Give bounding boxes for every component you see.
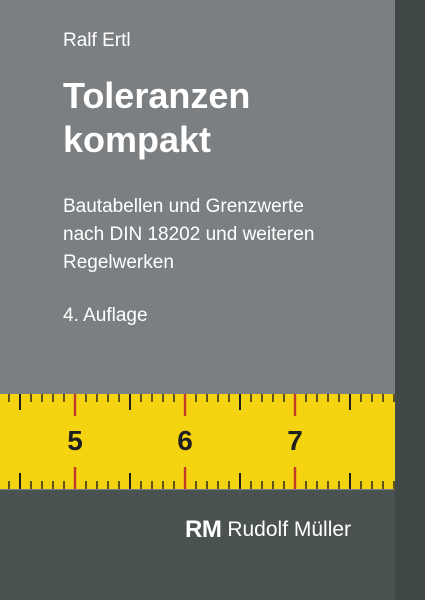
edition-label: 4. Auflage xyxy=(63,305,148,326)
subtitle-line: Bautabellen und Grenzwerte xyxy=(63,196,304,217)
spine-strip xyxy=(395,0,425,600)
tape-number-7: 7 xyxy=(287,425,303,456)
measuring-tape-illustration: 5 6 7 xyxy=(0,394,395,489)
book-cover: Ralf Ertl Toleranzen kompakt Bautabellen… xyxy=(0,0,425,600)
title-line: kompakt xyxy=(63,119,212,160)
publisher-logo: RM Rudolf Müller xyxy=(185,512,351,548)
tape-number-6: 6 xyxy=(177,425,193,456)
author-name: Ralf Ertl xyxy=(63,30,131,51)
book-title: Toleranzen kompakt xyxy=(63,74,250,162)
tape-number-5: 5 xyxy=(67,425,83,456)
book-subtitle: Bautabellen und Grenzwerte nach DIN 1820… xyxy=(63,193,383,277)
publisher-name: Rudolf Müller xyxy=(227,518,352,541)
subtitle-line: Regelwerken xyxy=(63,252,174,273)
title-line: Toleranzen xyxy=(63,75,251,116)
publisher-mark: RM xyxy=(185,516,222,543)
tape-body xyxy=(0,394,395,489)
subtitle-line: nach DIN 18202 und weiteren xyxy=(63,224,315,245)
